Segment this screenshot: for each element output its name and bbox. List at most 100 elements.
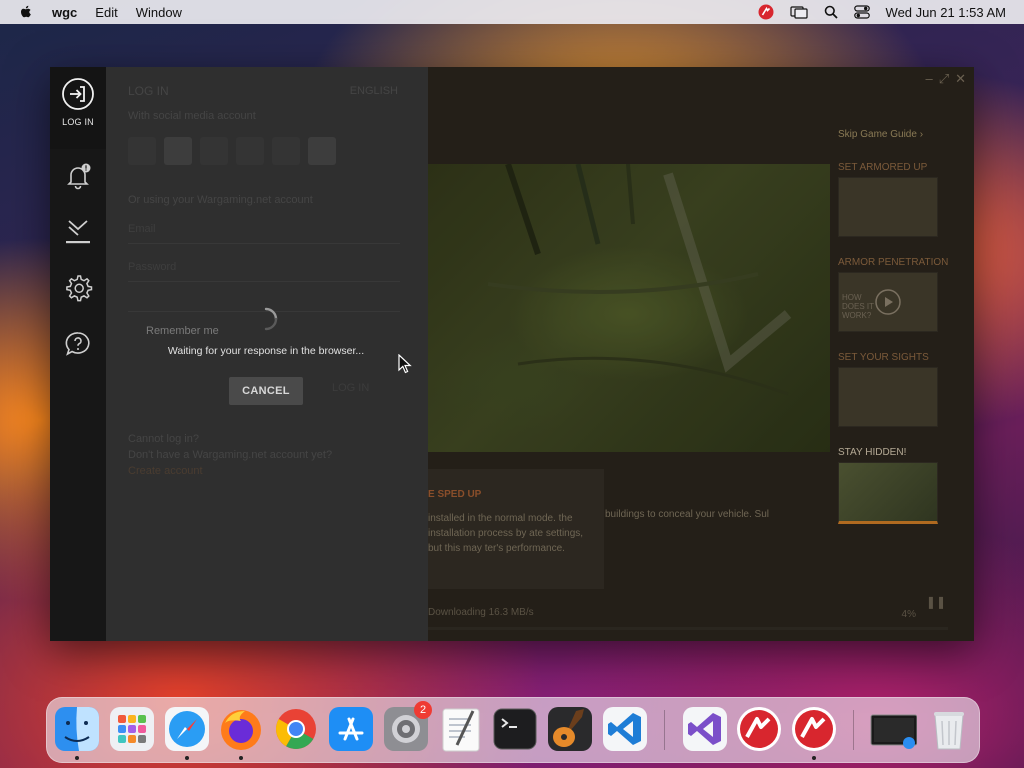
notification-badge: 2 xyxy=(414,701,432,719)
download-status: Downloading 16.3 MB/s xyxy=(428,607,534,618)
social-login-button[interactable] xyxy=(128,137,156,165)
sidebar-item-notifications[interactable] xyxy=(50,161,106,191)
login-icon xyxy=(62,78,94,110)
social-login-button[interactable] xyxy=(236,137,264,165)
sidebar-item-downloads[interactable] xyxy=(50,215,106,247)
menu-bar-clock[interactable]: Wed Jun 21 1:53 AM xyxy=(886,5,1006,20)
textedit-icon xyxy=(442,708,480,752)
pause-icon[interactable]: ❚❚ xyxy=(926,595,946,609)
wgc-window: – ⤢ ✕ Skip Game Guide › SET ARMORED UP A… xyxy=(50,67,974,641)
language-selector[interactable]: ENGLISH xyxy=(350,85,398,97)
password-field[interactable]: Password xyxy=(128,253,400,282)
loading-spinner-icon xyxy=(264,307,278,331)
edit-menu[interactable]: Edit xyxy=(95,5,117,20)
social-login-button[interactable] xyxy=(308,137,336,165)
email-field[interactable]: Email xyxy=(128,215,400,244)
app-menu[interactable]: wgc xyxy=(52,5,77,20)
apple-menu-icon[interactable] xyxy=(18,4,34,20)
running-indicator xyxy=(75,756,79,760)
dock-chrome[interactable] xyxy=(272,705,320,753)
app-store-icon xyxy=(329,707,373,751)
remember-me-checkbox[interactable]: Remember me xyxy=(146,325,219,337)
firefox-icon xyxy=(221,710,261,750)
running-indicator xyxy=(239,756,243,760)
guide-thumbnail[interactable] xyxy=(838,462,938,524)
password-placeholder: Password xyxy=(128,261,177,273)
dock-terminal[interactable] xyxy=(491,705,539,753)
social-login-button[interactable] xyxy=(272,137,300,165)
dock-wgc[interactable] xyxy=(735,705,783,753)
screen-sharing-icon xyxy=(870,714,917,749)
dock-safari[interactable] xyxy=(163,705,211,760)
safari-icon xyxy=(165,707,209,751)
skip-game-guide-link[interactable]: Skip Game Guide › xyxy=(838,129,958,140)
running-indicator xyxy=(812,756,816,760)
chrome-icon xyxy=(276,709,316,749)
dock-trash[interactable] xyxy=(925,705,973,753)
vscode-icon xyxy=(603,707,647,751)
social-login-label: With social media account xyxy=(128,110,256,122)
guide-section-title: SET ARMORED UP xyxy=(838,162,928,173)
spotlight-search-icon[interactable] xyxy=(824,5,838,19)
guide-video-thumbnail[interactable]: HOW DOES IT WORK? xyxy=(838,272,938,332)
waiting-message: Waiting for your response in the browser… xyxy=(167,345,365,357)
login-button[interactable]: LOG IN xyxy=(332,382,388,406)
dock-app-store[interactable] xyxy=(327,705,375,753)
guide-section-title: ARMOR PENETRATION xyxy=(838,257,949,268)
close-icon[interactable]: ✕ xyxy=(955,71,966,87)
dock-screen-sharing[interactable] xyxy=(869,705,917,753)
dock-vscode[interactable] xyxy=(601,705,649,753)
wargaming-icon xyxy=(792,707,836,751)
guide-section-title: STAY HIDDEN! xyxy=(838,447,907,458)
finder-icon xyxy=(55,707,99,751)
sidebar-item-support[interactable] xyxy=(50,329,106,359)
article-body-secondary: buildings to conceal your vehicle. Sul xyxy=(605,509,769,520)
cannot-login-link[interactable]: Cannot log in? xyxy=(128,433,199,445)
article-heading: E SPED UP xyxy=(428,489,482,500)
dock-launchpad[interactable] xyxy=(108,705,156,753)
guide-side-panel: Skip Game Guide › SET ARMORED UP ARMOR P… xyxy=(838,129,958,544)
dock-visual-studio[interactable] xyxy=(681,705,729,753)
sidebar-item-settings[interactable] xyxy=(50,273,106,303)
sidebar-item-login[interactable]: LOG IN xyxy=(50,77,106,127)
social-login-button[interactable] xyxy=(200,137,228,165)
guide-article-card: E SPED UP installed in the normal mode. … xyxy=(428,469,604,589)
trash-icon xyxy=(934,712,964,750)
social-login-button[interactable] xyxy=(164,137,192,165)
minimize-icon[interactable]: – xyxy=(925,71,932,87)
dock-textedit[interactable] xyxy=(437,705,485,753)
garageband-icon xyxy=(548,707,592,751)
download-percent: 4% xyxy=(901,609,916,620)
social-login-buttons xyxy=(128,137,336,165)
help-chat-icon xyxy=(65,332,90,356)
account-login-label: Or using your Wargaming.net account xyxy=(128,194,313,206)
guide-section-title: SET YOUR SIGHTS xyxy=(838,352,929,363)
download-progress-bar xyxy=(428,627,948,630)
dock-garageband[interactable] xyxy=(546,705,594,753)
play-icon[interactable] xyxy=(875,289,901,315)
guide-thumbnail[interactable] xyxy=(838,367,938,427)
dock-separator xyxy=(664,710,665,750)
dock-firefox[interactable] xyxy=(217,705,265,760)
dock-finder[interactable] xyxy=(53,705,101,760)
dock: 2 xyxy=(46,697,980,763)
control-center-icon[interactable] xyxy=(853,5,870,19)
menu-bar: wgc Edit Window Wed Jun 21 1:53 AM xyxy=(0,0,1024,24)
terminal-icon xyxy=(493,708,537,750)
dock-system-settings[interactable]: 2 xyxy=(382,701,432,753)
visual-studio-icon xyxy=(683,707,727,751)
dock-wgc[interactable] xyxy=(790,705,838,760)
main-sidebar: LOG IN xyxy=(50,67,106,641)
sidebar-login-label: LOG IN xyxy=(62,117,94,127)
notification-bell-icon xyxy=(67,163,91,190)
download-icon xyxy=(66,220,90,244)
running-indicator xyxy=(185,756,189,760)
wgc-status-icon[interactable] xyxy=(758,4,774,20)
maximize-icon[interactable]: ⤢ xyxy=(939,71,949,87)
screen-mirroring-icon[interactable] xyxy=(789,5,808,19)
cancel-button[interactable]: CANCEL xyxy=(229,377,303,405)
launchpad-icon xyxy=(110,707,154,751)
guide-thumbnail[interactable] xyxy=(838,177,938,237)
create-account-link[interactable]: Create account xyxy=(128,465,203,477)
window-menu[interactable]: Window xyxy=(136,5,182,20)
